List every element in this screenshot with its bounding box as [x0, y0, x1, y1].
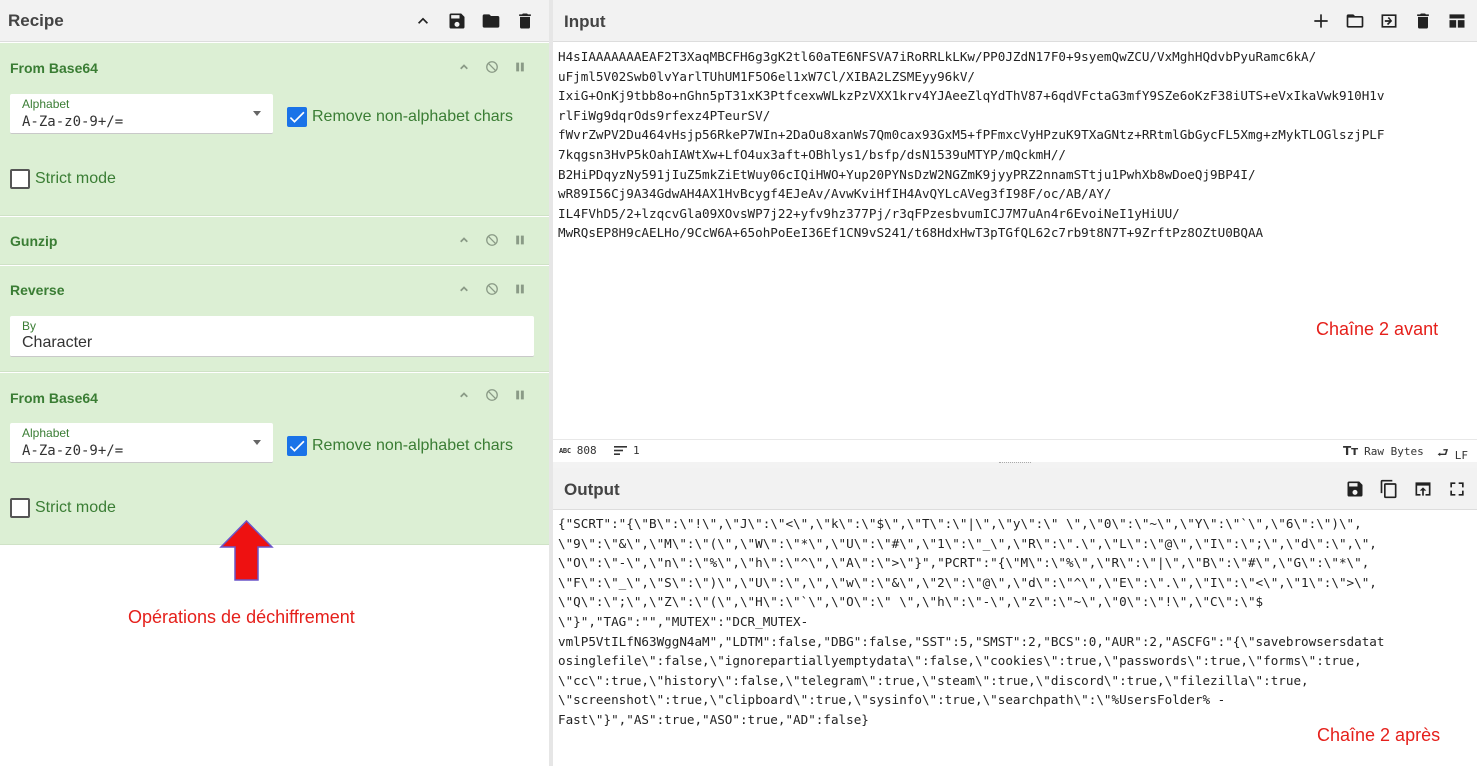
- length-tag: ABC: [559, 446, 571, 455]
- by-value: Character: [22, 334, 93, 351]
- recipe-title: Recipe: [8, 10, 64, 30]
- input-status-bar: ABC 808 1 Tт Raw Bytes ⮐ LF: [553, 439, 1477, 462]
- pause-operation-icon[interactable]: [513, 388, 527, 402]
- replace-input-icon[interactable]: [1413, 479, 1433, 499]
- strict-mode-checkbox[interactable]: [10, 498, 30, 518]
- operation-from-base64-2[interactable]: From Base64 Alphabet A-Za-z0-9+/= Remove…: [0, 373, 549, 545]
- alphabet-select[interactable]: Alphabet A-Za-z0-9+/=: [10, 94, 273, 134]
- reset-layout-icon[interactable]: [1447, 11, 1467, 31]
- output-pane: Output {"SCRT":"{\"B\":\"!\",\"J\":\"<\"…: [553, 468, 1477, 766]
- text-format-icon: Tт: [1343, 444, 1359, 458]
- lines-icon: [614, 446, 627, 455]
- input-title: Input: [564, 12, 606, 31]
- clear-input-icon[interactable]: [1413, 11, 1433, 31]
- operation-title: Reverse: [10, 282, 65, 298]
- collapse-operation-icon[interactable]: [457, 388, 471, 402]
- alphabet-value: A-Za-z0-9+/=: [22, 114, 124, 130]
- save-recipe-icon[interactable]: [447, 11, 467, 31]
- remove-non-alphabet-checkbox[interactable]: [287, 107, 307, 127]
- alphabet-label: Alphabet: [22, 97, 70, 111]
- input-text[interactable]: H4sIAAAAAAAEAF2T3XaqMBCFH6g3gK2tl60aTE6N…: [558, 47, 1474, 437]
- strict-mode-label: Strict mode: [35, 499, 116, 516]
- strict-mode-checkbox[interactable]: [10, 169, 30, 189]
- clear-recipe-icon[interactable]: [515, 11, 535, 31]
- disable-operation-icon[interactable]: [485, 282, 499, 296]
- collapse-operation-icon[interactable]: [457, 60, 471, 74]
- length-value: 808: [576, 444, 597, 457]
- strict-mode-label: Strict mode: [35, 170, 116, 187]
- input-pane: Input H4sIAAAAAAAEAF2T3XaqMBCFH6g3gK2tl6…: [553, 0, 1477, 462]
- maximize-output-icon[interactable]: [1447, 479, 1467, 499]
- output-title: Output: [564, 480, 620, 499]
- lines-value: 1: [633, 444, 640, 457]
- reverse-by-select[interactable]: By Character: [10, 316, 534, 357]
- decryption-operations-annotation: Opérations de déchiffrement: [128, 607, 355, 627]
- operation-from-base64-1[interactable]: From Base64 Alphabet A-Za-z0-9+/= Remove…: [0, 43, 549, 216]
- splitter-grip[interactable]: [999, 462, 1031, 464]
- load-recipe-icon[interactable]: [481, 11, 501, 31]
- dropdown-caret-icon: [253, 440, 261, 445]
- string-before-annotation: Chaîne 2 avant: [1316, 319, 1439, 339]
- remove-non-alphabet-label: Remove non-alphabet chars: [312, 108, 514, 125]
- collapse-operation-icon[interactable]: [457, 233, 471, 247]
- save-output-icon[interactable]: [1345, 479, 1365, 499]
- disable-operation-icon[interactable]: [485, 233, 499, 247]
- disable-operation-icon[interactable]: [485, 388, 499, 402]
- operation-title: From Base64: [10, 60, 98, 76]
- collapse-operation-icon[interactable]: [457, 282, 471, 296]
- operation-gunzip[interactable]: Gunzip: [0, 217, 549, 265]
- string-after-annotation: Chaîne 2 après: [1317, 725, 1441, 745]
- copy-output-icon[interactable]: [1379, 479, 1399, 499]
- open-file-icon[interactable]: [1379, 11, 1399, 31]
- red-up-arrow-icon: [219, 519, 274, 581]
- alphabet-label: Alphabet: [22, 426, 70, 440]
- alphabet-select[interactable]: Alphabet A-Za-z0-9+/=: [10, 423, 273, 463]
- open-folder-icon[interactable]: [1345, 11, 1365, 31]
- operation-title: Gunzip: [10, 233, 58, 249]
- add-input-tab-icon[interactable]: [1311, 11, 1331, 31]
- recipe-header: Recipe: [0, 0, 549, 42]
- remove-non-alphabet-checkbox[interactable]: [287, 436, 307, 456]
- output-header: Output: [553, 468, 1477, 510]
- dropdown-caret-icon: [253, 111, 261, 116]
- eol-value: LF: [1454, 448, 1468, 462]
- recipe-pane: Recipe From Base64 Alphabet A-Za-z0-9+/=…: [0, 0, 549, 766]
- alphabet-value: A-Za-z0-9+/=: [22, 443, 124, 459]
- input-lines: 1: [614, 444, 640, 457]
- operation-reverse[interactable]: Reverse By Character: [0, 266, 549, 372]
- input-header: Input: [553, 0, 1477, 42]
- encoding-value: Raw Bytes: [1364, 444, 1424, 458]
- pause-operation-icon[interactable]: [513, 282, 527, 296]
- collapse-all-icon[interactable]: [413, 11, 433, 31]
- by-label: By: [22, 319, 37, 333]
- operation-title: From Base64: [10, 390, 98, 406]
- input-length: ABC 808: [559, 444, 597, 457]
- pause-operation-icon[interactable]: [513, 233, 527, 247]
- input-encoding[interactable]: Tт Raw Bytes: [1343, 444, 1424, 458]
- disable-operation-icon[interactable]: [485, 60, 499, 74]
- remove-non-alphabet-label: Remove non-alphabet chars: [312, 437, 514, 454]
- pause-operation-icon[interactable]: [513, 60, 527, 74]
